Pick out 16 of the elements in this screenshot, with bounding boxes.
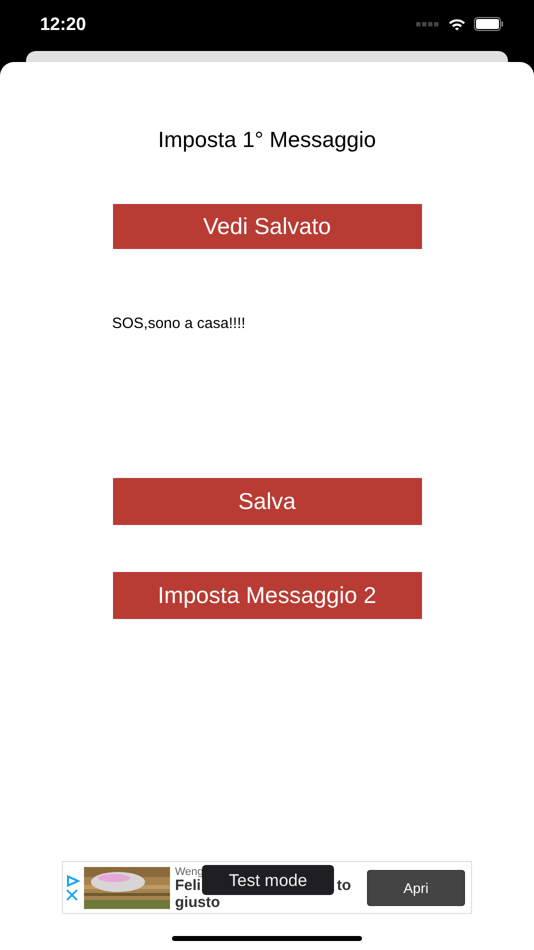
save-button[interactable]: Salva [112, 478, 422, 525]
message-text: SOS,sono a casa!!!! [112, 315, 246, 332]
close-icon[interactable] [66, 888, 78, 900]
ad-headline: giusto [175, 894, 221, 910]
battery-icon [474, 17, 504, 31]
ad-headline: Feli [175, 878, 201, 892]
play-icon[interactable] [66, 874, 80, 886]
test-mode-toast: Test mode [202, 865, 334, 895]
signal-icon [416, 22, 440, 26]
view-saved-button[interactable]: Vedi Salvato [112, 204, 422, 249]
status-time: 12:20 [40, 14, 86, 34]
next-message-button[interactable]: Imposta Messaggio 2 [112, 572, 422, 619]
open-button[interactable]: Apri [367, 870, 465, 906]
wifi-icon [448, 18, 466, 30]
screen-title: Imposta 1° Messaggio [158, 127, 376, 153]
ad-headline: to [336, 878, 352, 892]
